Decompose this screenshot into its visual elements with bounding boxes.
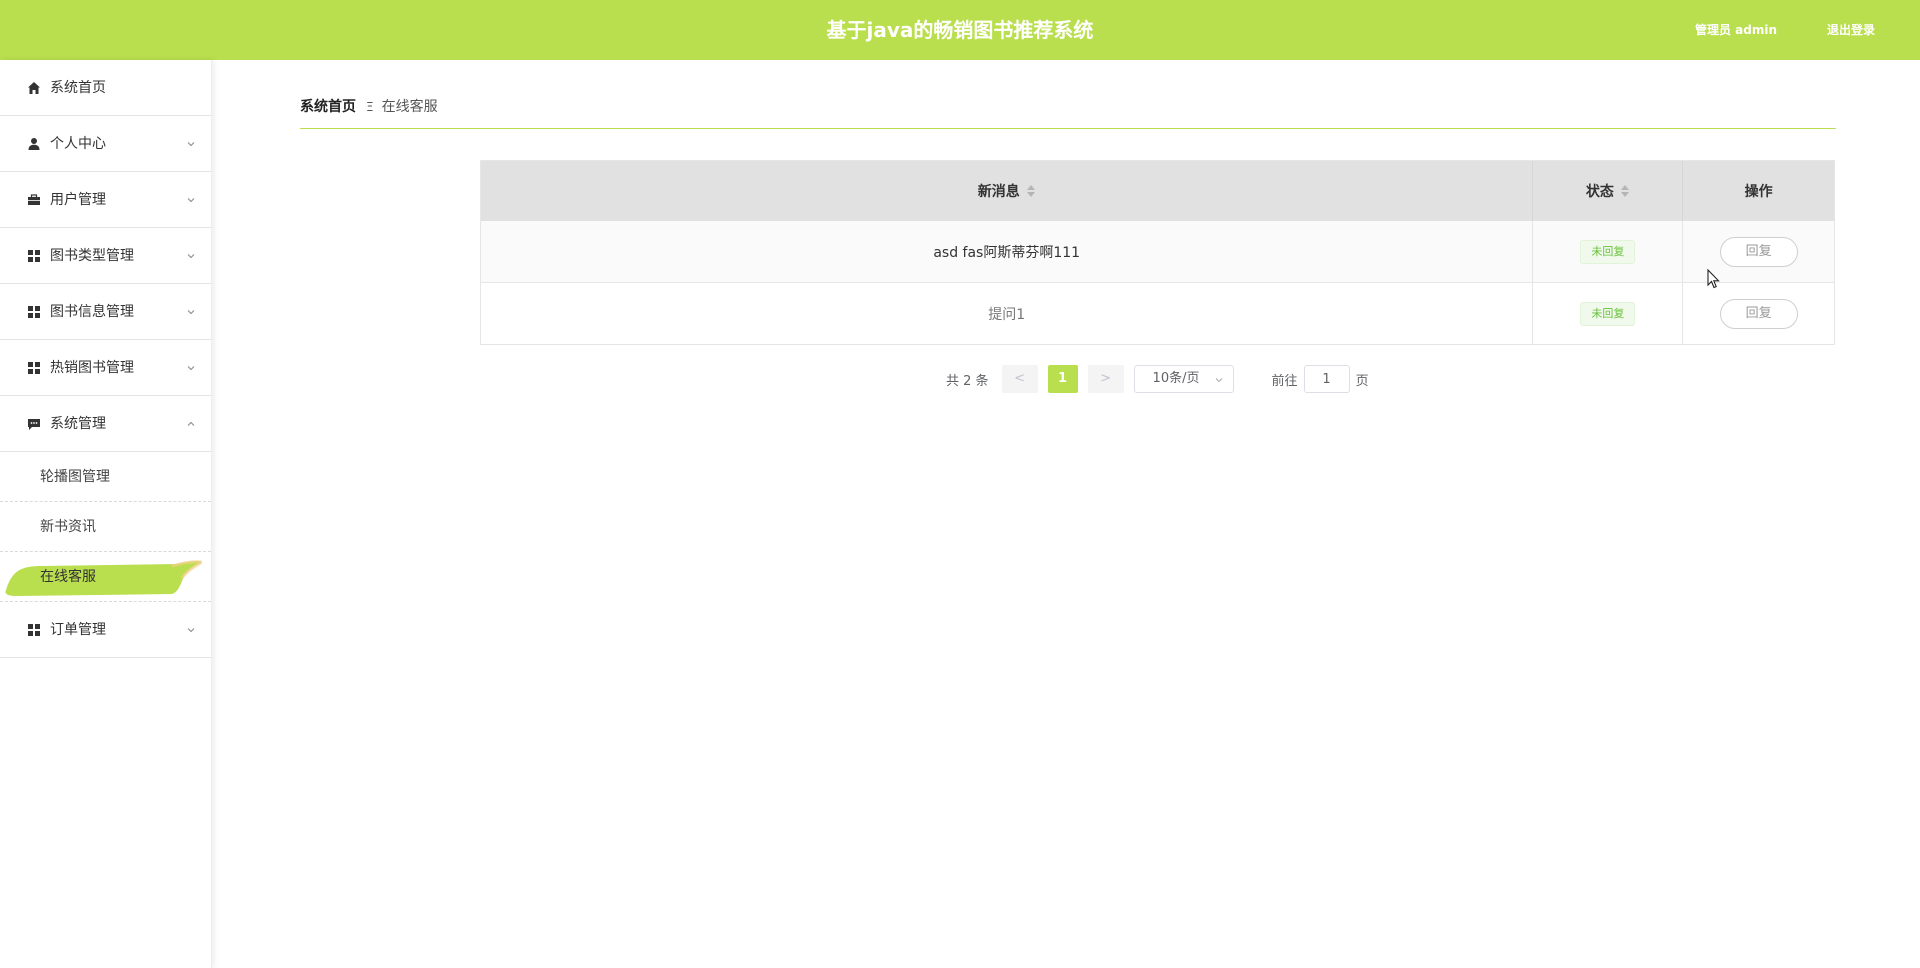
pagination-total: 共 2 条 [946,373,989,389]
sidebar-subitem-label: 轮播图管理 [40,469,110,485]
breadcrumb: 系统首页 Ξ 在线客服 [300,97,1836,129]
admin-user-label: 管理员 admin [1694,23,1777,37]
sidebar-item-label: 个人中心 [50,136,106,152]
chevron-down-icon [187,198,195,203]
status-badge: 未回复 [1580,239,1636,264]
sidebar-item-system-management[interactable]: 系统管理 [0,396,211,452]
chevron-down-icon [1215,378,1222,383]
sidebar-item-label: 图书信息管理 [50,304,134,320]
column-header-action: 操作 [1683,161,1834,221]
next-page-button[interactable]: > [1087,365,1124,393]
sidebar-subitem-online-service[interactable]: 在线客服 [0,552,211,602]
chevron-up-icon [187,421,195,426]
chevron-down-icon [187,254,195,259]
action-cell: 回复 [1683,221,1834,282]
sidebar-subitem-label: 新书资讯 [40,519,96,535]
sidebar-item-home[interactable]: 系统首页 [0,60,211,116]
column-header-label: 状态 [1585,184,1614,200]
prev-page-button[interactable]: < [1001,365,1038,393]
goto-page: 前往 页 [1272,365,1369,393]
page-size-select[interactable]: 10条/页 [1133,365,1234,393]
chevron-down-icon [187,310,195,315]
sidebar-item-bestseller-management[interactable]: 热销图书管理 [0,340,211,396]
sidebar-item-label: 系统首页 [50,80,106,96]
sort-icon[interactable] [1620,184,1630,198]
sidebar-item-label: 用户管理 [50,192,106,208]
sort-icon[interactable] [1026,184,1036,198]
breadcrumb-current: 在线客服 [381,99,438,115]
action-cell: 回复 [1683,283,1834,344]
column-header-label: 操作 [1744,184,1773,200]
chat-icon [28,419,40,430]
sidebar-item-label: 热销图书管理 [50,360,134,376]
column-header-label: 新消息 [977,184,1020,200]
breadcrumb-separator: Ξ [366,100,374,114]
grid-icon [28,306,40,318]
message-table: 新消息 状态 操作 asd fas阿斯蒂芬啊111 未回复 回复 提问1 未回复… [480,160,1835,345]
status-cell: 未回复 [1533,283,1684,344]
user-icon [28,138,40,150]
status-cell: 未回复 [1533,221,1684,282]
chevron-down-icon [187,628,195,633]
active-brush-highlight [5,560,202,596]
goto-suffix: 页 [1355,373,1369,389]
sidebar-item-book-type-management[interactable]: 图书类型管理 [0,228,211,284]
sidebar-subitem-new-book-news[interactable]: 新书资讯 [0,502,211,552]
page-number-button[interactable]: 1 [1047,365,1078,393]
reply-button[interactable]: 回复 [1719,298,1798,329]
briefcase-icon [28,194,40,205]
message-cell: 提问1 [481,283,1534,344]
mouse-cursor-icon [1707,269,1720,289]
goto-page-input[interactable] [1303,365,1350,393]
sidebar-subitem-carousel[interactable]: 轮播图管理 [0,452,211,502]
column-header-message[interactable]: 新消息 [481,161,1534,221]
grid-icon [28,250,40,262]
breadcrumb-home[interactable]: 系统首页 [300,99,356,115]
reply-button[interactable]: 回复 [1719,236,1798,267]
sidebar-item-book-info-management[interactable]: 图书信息管理 [0,284,211,340]
goto-prefix: 前往 [1271,373,1298,389]
grid-icon [28,362,40,374]
app-title: 基于java的畅销图书推荐系统 [826,18,1094,42]
sidebar-item-order-management[interactable]: 订单管理 [0,602,211,658]
sidebar-item-label: 系统管理 [50,416,106,432]
table-header: 新消息 状态 操作 [481,161,1834,221]
sidebar-item-personal-center[interactable]: 个人中心 [0,116,211,172]
message-cell: asd fas阿斯蒂芬啊111 [481,221,1534,282]
top-header: 基于java的畅销图书推荐系统 管理员 admin 退出登录 [0,0,1920,60]
table-row: 提问1 未回复 回复 [481,283,1834,345]
page-size-value: 10条/页 [1152,371,1200,386]
sidebar-item-label: 订单管理 [50,622,106,638]
status-badge: 未回复 [1580,301,1636,326]
grid-icon [28,624,40,636]
chevron-down-icon [187,142,195,147]
sidebar-subitem-label: 在线客服 [40,569,96,585]
sidebar-item-label: 图书类型管理 [50,248,134,264]
sidebar: 系统首页 个人中心 用户管理 图书类型管理 图书信息管理 热销图书管理 系统管理… [0,60,212,968]
table-row: asd fas阿斯蒂芬啊111 未回复 回复 [481,221,1834,283]
home-icon [28,82,40,94]
pagination: 共 2 条 < 1 > 10条/页 前往 页 [946,365,1369,393]
column-header-status[interactable]: 状态 [1533,161,1684,221]
chevron-down-icon [187,366,195,371]
logout-link[interactable]: 退出登录 [1827,0,1875,60]
sidebar-item-user-management[interactable]: 用户管理 [0,172,211,228]
